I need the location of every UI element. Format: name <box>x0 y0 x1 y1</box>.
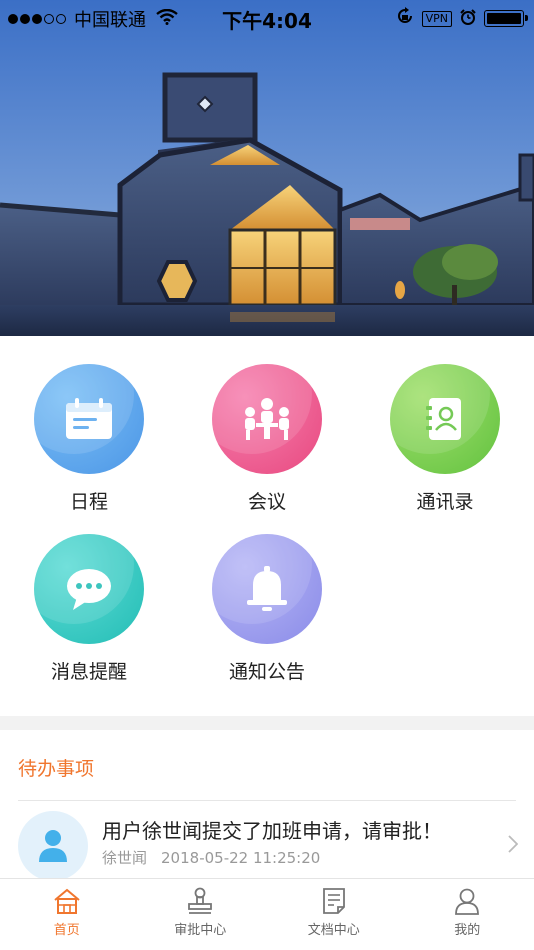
tab-label: 首页 <box>53 923 80 938</box>
tab-bar: 首页 审批中心 文档中心 我的 <box>0 878 534 950</box>
grid-item-label: 日程 <box>69 491 108 513</box>
grid-item-label: 通知公告 <box>228 661 305 683</box>
grid-item-label: 消息提醒 <box>50 661 127 683</box>
grid-item-label: 通讯录 <box>416 491 474 513</box>
vpn-badge: VPN <box>421 10 452 27</box>
grid-item-label: 会议 <box>247 491 286 513</box>
chat-bubble-icon <box>34 534 144 644</box>
tab-label: 审批中心 <box>174 923 227 938</box>
banner-image[interactable] <box>0 0 534 336</box>
todo-title: 待办事项 <box>18 758 95 780</box>
chevron-right-icon <box>508 835 519 857</box>
alarm-icon <box>460 8 476 30</box>
grid-item-notice[interactable]: 通知公告 <box>178 534 356 684</box>
tab-label: 我的 <box>454 923 481 938</box>
museum-photo <box>0 0 534 336</box>
home-icon <box>54 888 80 914</box>
grid-item-schedule[interactable]: 日程 <box>0 364 178 514</box>
todo-item-text: 用户徐世闻提交了加班申请，请审批！ <box>102 819 442 843</box>
todo-item-user: 徐世闻 <box>102 849 148 867</box>
user-icon <box>455 888 480 915</box>
tab-home[interactable]: 首页 <box>0 879 134 950</box>
grid-item-meeting[interactable]: 会议 <box>178 364 356 514</box>
stamp-icon <box>188 887 213 914</box>
meeting-icon <box>212 364 322 474</box>
grid-item-message-reminder[interactable]: 消息提醒 <box>0 534 178 684</box>
document-icon <box>322 888 345 914</box>
wifi-icon <box>156 8 178 30</box>
user-avatar-icon <box>39 830 67 862</box>
tab-mine[interactable]: 我的 <box>401 879 534 950</box>
rotation-lock-icon <box>396 7 414 30</box>
carrier-name: 中国联通 <box>74 10 146 31</box>
section-separator <box>0 716 534 730</box>
tab-document-center[interactable]: 文档中心 <box>267 879 401 950</box>
signal-strength-icon <box>8 14 66 24</box>
function-grid: 日程 会议 通讯录 消息提醒 通知公告 <box>0 336 534 716</box>
tab-approval-center[interactable]: 审批中心 <box>134 879 268 950</box>
todo-item-time: 2018-05-22 11:25:20 <box>161 849 321 867</box>
contacts-book-icon <box>390 364 500 474</box>
bell-icon <box>212 534 322 644</box>
grid-item-contacts[interactable]: 通讯录 <box>356 364 534 514</box>
todo-section: 待办事项 用户徐世闻提交了加班申请，请审批！ 徐世闻 2018-05-22 11:… <box>0 730 534 881</box>
status-bar: 中国联通 下午4:04 VPN <box>0 0 534 36</box>
todo-item-meta: 徐世闻 2018-05-22 11:25:20 <box>102 847 320 868</box>
todo-item[interactable]: 用户徐世闻提交了加班申请，请审批！ 徐世闻 2018-05-22 11:25:20 <box>0 801 534 881</box>
calendar-icon <box>34 364 144 474</box>
tab-label: 文档中心 <box>307 923 360 938</box>
avatar <box>18 811 88 881</box>
battery-icon <box>484 10 528 27</box>
